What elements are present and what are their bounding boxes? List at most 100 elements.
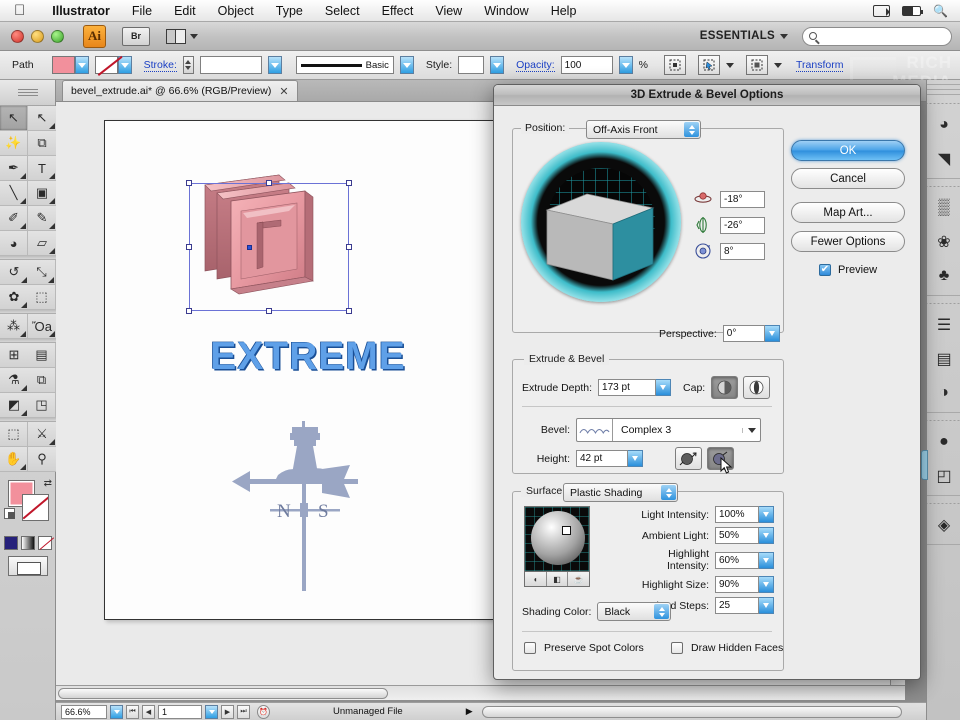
stroke-weight-dropdown-button[interactable]	[267, 56, 282, 74]
tool-flyout-triangle-icon[interactable]	[48, 277, 54, 283]
chevron-down-icon[interactable]	[726, 62, 734, 68]
cancel-button[interactable]: Cancel	[791, 168, 905, 189]
light-preview[interactable]: ◖ ◧ ☕	[524, 506, 590, 587]
tool-flyout-triangle-icon[interactable]	[20, 464, 26, 470]
battery-icon[interactable]	[902, 5, 924, 16]
selection-handle-br[interactable]	[346, 308, 352, 314]
stroke-color-control[interactable]	[94, 56, 132, 74]
swatches-panel-icon[interactable]: ▒	[927, 191, 960, 225]
close-window-button[interactable]	[11, 29, 24, 43]
dock-group-grip[interactable]	[927, 181, 960, 191]
menu-file[interactable]: File	[121, 0, 163, 22]
preview-checkbox-row[interactable]: ✔ Preview	[819, 264, 877, 276]
type-tool[interactable]: T	[28, 156, 56, 181]
cap-hollow-button[interactable]	[743, 376, 771, 399]
horizontal-scrollbar[interactable]	[56, 685, 905, 700]
tool-flyout-triangle-icon[interactable]	[21, 277, 27, 283]
new-light-button[interactable]: ◖	[525, 572, 547, 586]
tool-flyout-triangle-icon[interactable]	[20, 223, 26, 229]
bevel-extent-in-button[interactable]	[707, 447, 734, 474]
stroke-label[interactable]: Stroke:	[143, 59, 177, 72]
none-button[interactable]	[37, 536, 52, 550]
tool-flyout-triangle-icon[interactable]	[49, 248, 55, 254]
fill-swatch[interactable]	[51, 56, 75, 74]
bevel-dropdown-arrow-icon[interactable]	[742, 427, 760, 433]
tool-flyout-triangle-icon[interactable]	[49, 198, 55, 204]
column-graph-tool[interactable]: Ὄa	[28, 314, 56, 339]
isolate-selected-object-button[interactable]	[698, 55, 720, 75]
gradient-button[interactable]	[20, 536, 35, 550]
surface-field-value-4[interactable]: 25	[715, 597, 759, 614]
rotate-tool[interactable]: ↺	[0, 260, 28, 285]
transparency-panel-icon[interactable]: ◑	[927, 376, 960, 410]
surface-field-value-2[interactable]: 60%	[715, 551, 759, 569]
status-menu-arrow-icon[interactable]: ▶	[466, 706, 473, 717]
close-document-icon[interactable]: ✕	[279, 85, 288, 98]
mesh-tool[interactable]: ⊞	[0, 343, 28, 368]
tool-flyout-triangle-icon[interactable]	[49, 123, 55, 129]
surface-field-value-3[interactable]: 90%	[715, 576, 759, 593]
gradient-panel-icon[interactable]: ▤	[927, 342, 960, 376]
first-artboard-button[interactable]: ⏮	[126, 704, 139, 719]
artboard-number-field[interactable]: 1	[158, 704, 202, 719]
color-guide-panel-icon[interactable]: ◥	[927, 142, 960, 176]
tool-flyout-triangle-icon[interactable]	[49, 439, 55, 445]
blob-brush-tool[interactable]: ◕	[0, 231, 28, 256]
light-position-handle[interactable]	[562, 526, 571, 535]
stroke-panel-icon[interactable]: ☰	[927, 308, 960, 342]
extreme-wordmark[interactable]: EXTREME	[173, 335, 443, 379]
layers-panel-icon[interactable]: ◈	[927, 508, 960, 542]
magic-wand-tool[interactable]: ✨	[0, 131, 28, 156]
map-art-button[interactable]: Map Art...	[791, 202, 905, 223]
opacity-field[interactable]: 100	[560, 56, 613, 74]
dock-grip[interactable]	[927, 80, 960, 96]
graphic-style-dropdown-button[interactable]	[490, 56, 505, 74]
direct-selection-tool[interactable]: ↖	[28, 106, 56, 131]
rotate-y-field[interactable]: -26°	[720, 216, 765, 234]
transform-link[interactable]: Transform	[796, 59, 844, 72]
perspective-field[interactable]: 0°	[722, 325, 765, 342]
brush-dropdown-button[interactable]	[399, 56, 414, 74]
surface-field-stepper-0[interactable]	[759, 506, 774, 523]
eraser-tool[interactable]: ▱	[28, 231, 56, 256]
tool-flyout-triangle-icon[interactable]	[20, 173, 26, 179]
paintbrush-tool[interactable]: ✐	[0, 206, 28, 231]
surface-field-stepper-4[interactable]	[759, 597, 774, 614]
selection-handle-bl[interactable]	[186, 308, 192, 314]
hand-tool[interactable]: ✋	[0, 447, 28, 472]
free-transform-tool[interactable]: ⬚	[28, 285, 56, 310]
blend-tool[interactable]: ⧉	[28, 368, 56, 393]
horizontal-scrollbar-thumb[interactable]	[58, 688, 388, 699]
rectangle-tool[interactable]: ▣	[28, 181, 56, 206]
tool-flyout-triangle-icon[interactable]	[20, 331, 26, 337]
align-objects-button[interactable]	[746, 55, 768, 75]
cursor-coordinates-icon[interactable]: ⏰	[257, 704, 270, 719]
opacity-label[interactable]: Opacity:	[516, 59, 555, 72]
screen-sharing-icon[interactable]	[873, 4, 891, 17]
toolbar-stroke-swatch-none[interactable]	[22, 494, 49, 521]
go-to-bridge-button[interactable]: Br	[122, 26, 150, 46]
document-tab[interactable]: bevel_extrude.ai* @ 66.6% (RGB/Preview) …	[62, 80, 298, 101]
draw-hidden-faces-checkbox[interactable]	[671, 642, 683, 654]
extrude-depth-field[interactable]: 173 pt	[598, 379, 657, 396]
zoom-tool[interactable]: ⚲	[28, 447, 56, 472]
scale-tool[interactable]: ⤡	[28, 260, 56, 285]
menu-help[interactable]: Help	[540, 0, 588, 22]
pencil-tool[interactable]: ✎	[28, 206, 56, 231]
menu-select[interactable]: Select	[314, 0, 371, 22]
dock-group-grip[interactable]	[927, 98, 960, 108]
selection-handle-bm[interactable]	[266, 308, 272, 314]
selection-handle-mr[interactable]	[346, 244, 352, 250]
dock-group-grip[interactable]	[927, 498, 960, 508]
live-paint-selection-tool[interactable]: ◳	[28, 393, 56, 418]
menu-type[interactable]: Type	[265, 0, 314, 22]
tool-flyout-triangle-icon[interactable]	[49, 223, 55, 229]
delete-light-button[interactable]: ☕	[568, 572, 590, 586]
preview-checkbox[interactable]: ✔	[819, 264, 831, 276]
move-light-back-button[interactable]: ◧	[546, 572, 569, 586]
swap-fill-stroke-icon[interactable]: ⇄	[44, 478, 52, 489]
search-input[interactable]	[802, 26, 952, 46]
menu-effect[interactable]: Effect	[371, 0, 425, 22]
default-fill-stroke-icon[interactable]	[4, 508, 15, 519]
tool-flyout-triangle-icon[interactable]	[21, 385, 27, 391]
